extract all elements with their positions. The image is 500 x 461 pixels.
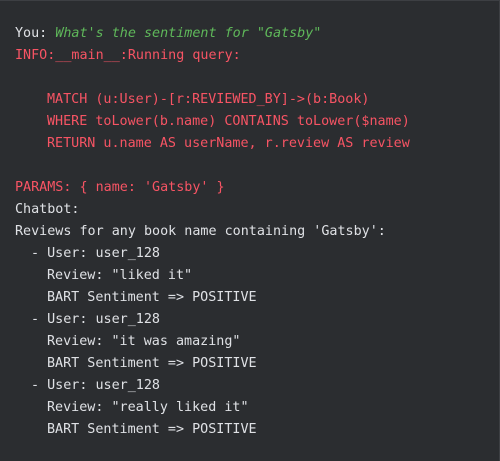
review-user: - User: user_128	[31, 378, 160, 393]
review-sentiment: BART Sentiment => POSITIVE	[47, 422, 257, 437]
query-line-match: MATCH (u:User)-[r:REVIEWED_BY]->(b:Book)	[47, 92, 370, 107]
query-line-where: WHERE toLower(b.name) CONTAINS toLower($…	[47, 114, 410, 129]
panel-top-border	[0, 0, 500, 1]
review-sentiment: BART Sentiment => POSITIVE	[47, 290, 257, 305]
review-user: - User: user_128	[31, 312, 160, 327]
prompt-label: You:	[15, 26, 56, 41]
user-input-line: You: What's the sentiment for "Gatsby"	[15, 23, 495, 45]
info-log-line: INFO:__main__:Running query:	[15, 48, 241, 63]
review-sentiment: BART Sentiment => POSITIVE	[47, 356, 257, 371]
review-text: Review: "liked it"	[47, 268, 193, 283]
query-line-return: RETURN u.name AS userName, r.review AS r…	[47, 136, 410, 151]
review-text: Review: "really liked it"	[47, 400, 249, 415]
console-output[interactable]: You: What's the sentiment for "Gatsby" I…	[15, 23, 495, 441]
params-log-line: PARAMS: { name: 'Gatsby' }	[15, 180, 225, 195]
review-user: - User: user_128	[31, 246, 160, 261]
reviews-header: Reviews for any book name containing 'Ga…	[15, 224, 386, 239]
review-text: Review: "it was amazing"	[47, 334, 241, 349]
user-input-text: What's the sentiment for "Gatsby"	[55, 26, 322, 41]
chatbot-label: Chatbot:	[15, 202, 80, 217]
